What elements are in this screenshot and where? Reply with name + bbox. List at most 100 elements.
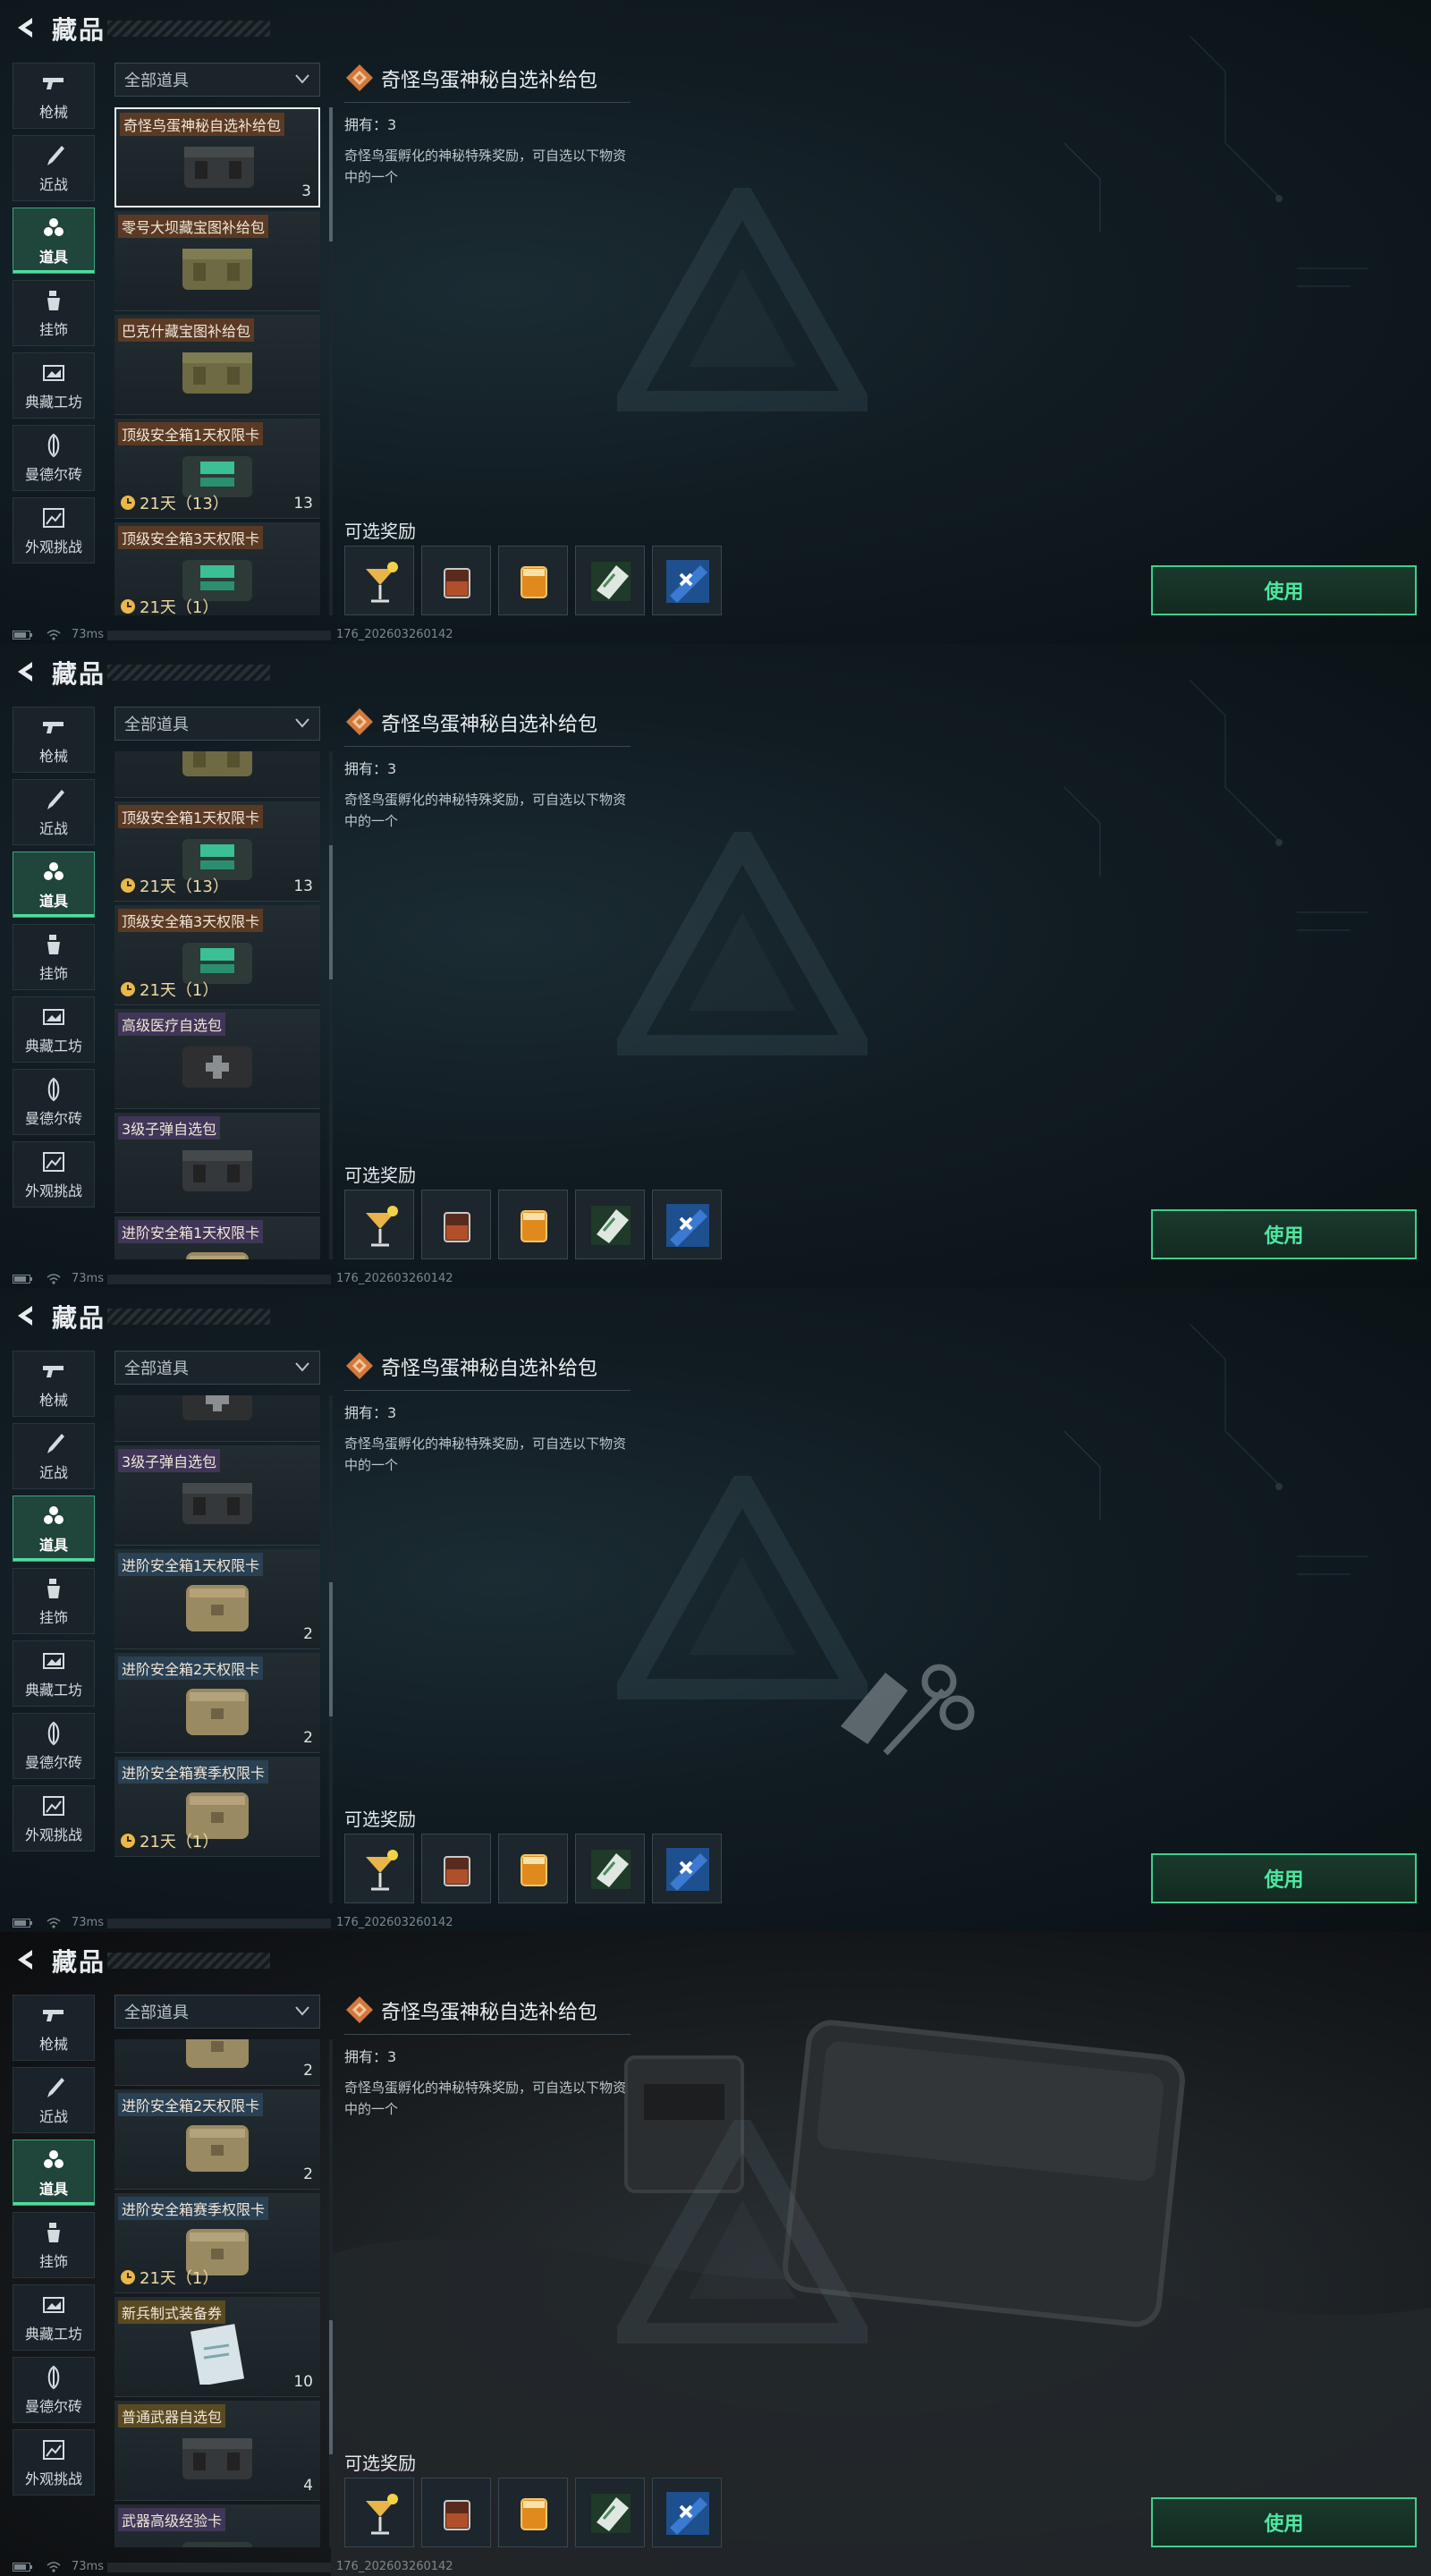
item-card[interactable]: 顶级安全箱1天权限卡 13 21天（13） — [114, 419, 320, 519]
use-button[interactable]: 使用 — [1151, 1209, 1417, 1259]
reward-option[interactable] — [652, 546, 722, 615]
timer-text: 21天（13） — [140, 877, 229, 896]
sidebar-item-charm[interactable]: 挂饰 — [13, 924, 95, 990]
item-card[interactable]: 高级医疗自选包 — [114, 1395, 320, 1442]
filter-dropdown[interactable]: 全部道具 — [114, 1351, 320, 1385]
reward-option[interactable] — [652, 1190, 722, 1259]
reward-option[interactable] — [498, 1190, 568, 1259]
scrollbar-thumb[interactable] — [329, 2319, 333, 2454]
sidebar-item-charm[interactable]: 挂饰 — [13, 2212, 95, 2278]
reward-option[interactable] — [421, 2478, 491, 2547]
sidebar-item-knife[interactable]: 近战 — [13, 1423, 95, 1489]
list-scrollbar[interactable] — [329, 2039, 333, 2547]
back-arrow-icon[interactable] — [13, 658, 39, 685]
scrollbar-thumb[interactable] — [329, 844, 333, 979]
use-button[interactable]: 使用 — [1151, 2497, 1417, 2547]
reward-option[interactable] — [575, 2478, 645, 2547]
crate-tan-image — [186, 1252, 249, 1259]
reward-option[interactable] — [421, 1834, 491, 1903]
sidebar-item-workshop[interactable]: 典藏工坊 — [13, 1640, 95, 1707]
sidebar-item-brick[interactable]: 曼德尔砖 — [13, 1713, 95, 1779]
sidebar-item-items[interactable]: 道具 — [13, 852, 95, 918]
sidebar-item-brick[interactable]: 曼德尔砖 — [13, 1069, 95, 1135]
item-card[interactable]: 高级医疗自选包 — [114, 1009, 320, 1109]
item-card[interactable]: 进阶安全箱2天权限卡 2 — [114, 2089, 320, 2190]
sidebar-item-workshop[interactable]: 典藏工坊 — [13, 996, 95, 1063]
filter-dropdown[interactable]: 全部道具 — [114, 1995, 320, 2029]
use-button[interactable]: 使用 — [1151, 565, 1417, 615]
back-arrow-icon[interactable] — [13, 1946, 39, 1973]
sidebar-item-challenge[interactable]: 外观挑战 — [13, 1785, 95, 1852]
list-scrollbar[interactable] — [329, 751, 333, 1259]
item-card[interactable]: 顶级安全箱3天权限卡 21天（1） — [114, 905, 320, 1005]
detail-divider — [344, 1390, 631, 1391]
item-card[interactable]: 武器高级经验卡 — [114, 2504, 320, 2547]
filter-dropdown[interactable]: 全部道具 — [114, 707, 320, 741]
reward-option[interactable] — [575, 1190, 645, 1259]
item-card[interactable]: 顶级安全箱1天权限卡 13 21天（13） — [114, 801, 320, 902]
item-list[interactable]: 2 进阶安全箱2天权限卡 2 进阶安全箱赛季权限卡 21天（1） 新兵制式装备券 10 普通武… — [114, 2039, 322, 2547]
reward-option[interactable] — [575, 546, 645, 615]
item-list[interactable]: 高级医疗自选包3级子弹自选包进阶安全箱1天权限卡2进阶安全箱2天权限卡2进阶安全… — [114, 1395, 322, 1903]
item-card[interactable]: 普通武器自选包 4 — [114, 2401, 320, 2501]
workshop-icon — [43, 1009, 64, 1025]
item-description: 奇怪鸟蛋孵化的神秘特殊奖励，可自选以下物资中的一个 — [344, 1436, 627, 1473]
use-button[interactable]: 使用 — [1151, 1853, 1417, 1903]
item-list[interactable]: 奇怪鸟蛋神秘自选补给包 3 零号大坝藏宝图补给包 巴克什藏宝图补给包 顶级安全箱1天权限… — [114, 107, 322, 615]
item-card[interactable]: 3级子弹自选包 — [114, 1113, 320, 1213]
sidebar-item-gun[interactable]: 枪械 — [13, 1351, 95, 1417]
scrollbar-thumb[interactable] — [329, 1582, 333, 1716]
reward-option[interactable] — [575, 1834, 645, 1903]
sidebar-item-items[interactable]: 道具 — [13, 1496, 95, 1562]
item-card[interactable]: 巴克什藏宝图补给包 — [114, 315, 320, 415]
item-card[interactable]: 2 — [114, 2039, 320, 2086]
reward-option[interactable] — [344, 1190, 414, 1259]
item-card[interactable]: 3级子弹自选包 — [114, 1445, 320, 1546]
rarity-diamond-icon — [346, 708, 373, 735]
reward-option[interactable] — [652, 1834, 722, 1903]
sidebar-item-charm[interactable]: 挂饰 — [13, 280, 95, 346]
reward-option[interactable] — [652, 2478, 722, 2547]
item-list[interactable]: 顶级安全箱1天权限卡 13 21天（13） 顶级安全箱3天权限卡 21天（1） 高级医疗自… — [114, 751, 322, 1259]
reward-option[interactable] — [498, 1834, 568, 1903]
item-card[interactable]: 进阶安全箱赛季权限卡 21天（1） — [114, 2193, 320, 2293]
reward-option[interactable] — [344, 1834, 414, 1903]
list-scrollbar[interactable] — [329, 107, 333, 615]
reward-option[interactable] — [421, 1190, 491, 1259]
sidebar-item-brick[interactable]: 曼德尔砖 — [13, 2357, 95, 2423]
sidebar-item-challenge[interactable]: 外观挑战 — [13, 2429, 95, 2496]
reward-option[interactable] — [344, 2478, 414, 2547]
sidebar-item-items[interactable]: 道具 — [13, 208, 95, 274]
reward-option[interactable] — [421, 546, 491, 615]
back-arrow-icon[interactable] — [13, 14, 39, 41]
scrollbar-thumb[interactable] — [329, 107, 333, 242]
filter-dropdown[interactable]: 全部道具 — [114, 63, 320, 97]
item-card[interactable]: 进阶安全箱1天权限卡 — [114, 1216, 320, 1259]
sidebar-item-knife[interactable]: 近战 — [13, 2067, 95, 2133]
sidebar-item-knife[interactable]: 近战 — [13, 135, 95, 201]
item-card[interactable]: 进阶安全箱2天权限卡 2 — [114, 1653, 320, 1753]
sidebar-item-charm[interactable]: 挂饰 — [13, 1568, 95, 1634]
list-scrollbar[interactable] — [329, 1395, 333, 1903]
sidebar-item-challenge[interactable]: 外观挑战 — [13, 1141, 95, 1208]
item-card[interactable] — [114, 751, 320, 798]
sidebar-item-workshop[interactable]: 典藏工坊 — [13, 352, 95, 419]
item-card[interactable]: 进阶安全箱赛季权限卡 21天（1） — [114, 1757, 320, 1857]
back-arrow-icon[interactable] — [13, 1302, 39, 1329]
reward-option[interactable] — [498, 2478, 568, 2547]
sidebar-item-gun[interactable]: 枪械 — [13, 1995, 95, 2061]
sidebar-item-knife[interactable]: 近战 — [13, 779, 95, 845]
sidebar-item-workshop[interactable]: 典藏工坊 — [13, 2284, 95, 2351]
sidebar-item-gun[interactable]: 枪械 — [13, 707, 95, 773]
sidebar-item-brick[interactable]: 曼德尔砖 — [13, 425, 95, 491]
item-card[interactable]: 顶级安全箱3天权限卡 21天（1） — [114, 522, 320, 615]
item-card[interactable]: 新兵制式装备券 10 — [114, 2297, 320, 2397]
reward-option[interactable] — [344, 546, 414, 615]
item-card[interactable]: 进阶安全箱1天权限卡 2 — [114, 1549, 320, 1649]
item-card[interactable]: 奇怪鸟蛋神秘自选补给包 3 — [114, 107, 320, 208]
sidebar-item-gun[interactable]: 枪械 — [13, 63, 95, 129]
sidebar-item-items[interactable]: 道具 — [13, 2140, 95, 2206]
reward-option[interactable] — [498, 546, 568, 615]
item-card[interactable]: 零号大坝藏宝图补给包 — [114, 211, 320, 311]
sidebar-item-challenge[interactable]: 外观挑战 — [13, 497, 95, 564]
